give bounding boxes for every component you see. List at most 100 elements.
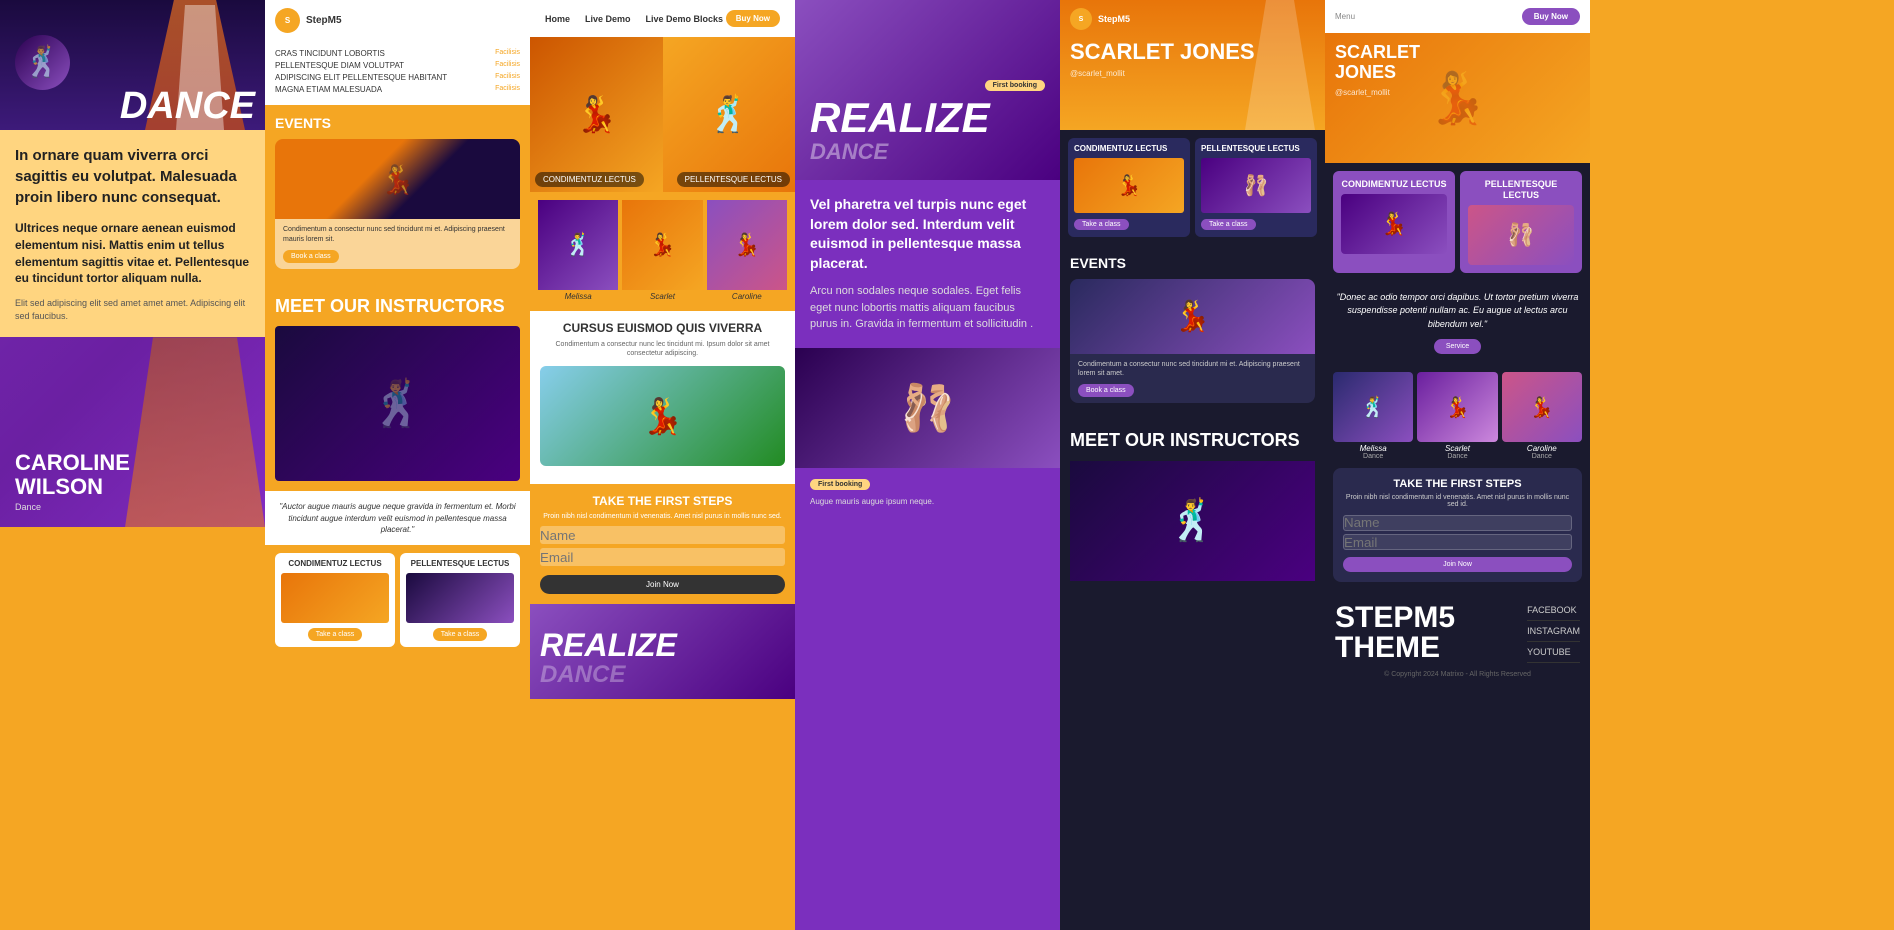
col6-badge-1: CONDIMENTUZ LECTUS 💃: [1333, 171, 1455, 273]
steps-title: TAKE THE FIRST STEPS: [540, 494, 785, 508]
melissa-img: 🕺: [538, 200, 618, 290]
col5-take-class-2[interactable]: Take a class: [1201, 219, 1256, 230]
badge-title-1: CONDIMENTUZ LECTUS: [281, 559, 389, 569]
col6-top-nav: Menu Buy Now: [1325, 0, 1590, 33]
col1-hero-image: 🕺 DANCE: [0, 0, 265, 130]
instructor-name-overlay: CAROLINE WILSON Dance: [15, 451, 130, 512]
col6-bottom: STEPM5 THEME FACEBOOK INSTAGRAM YOUTUBE …: [1325, 582, 1590, 688]
badge-img-1: [281, 573, 389, 623]
dance-text: DANCE: [540, 661, 677, 689]
col4-secondary-text: Arcu non sodales neque sodales. Eget fel…: [810, 283, 1045, 333]
col6-buy-btn[interactable]: Buy Now: [1522, 8, 1580, 25]
steps-submit-btn[interactable]: Join Now: [540, 575, 785, 594]
col2-quote: "Auctor augue mauris augue neque gravida…: [265, 491, 530, 545]
col5-badge-img-2: 🩰: [1201, 158, 1311, 213]
col6-instructor-scarlet: 💃 Scarlet Dance: [1417, 372, 1497, 460]
col5-logo-circle: S: [1070, 8, 1092, 30]
events-title: EVENTS: [275, 115, 520, 131]
column-6: Menu Buy Now 💃 SCARLETJONES @scarlet_mol…: [1325, 0, 1590, 930]
col6-instructors-row: 🕺 Melissa Dance 💃 Scarlet Dance 💃 Caroli…: [1325, 364, 1590, 468]
col5-take-class-1[interactable]: Take a class: [1074, 219, 1129, 230]
form-item-2: PELLENTESQUE DIAM VOLUTPAT: [275, 61, 495, 70]
column-4: First booking REALIZE DANCE Vel pharetra…: [795, 0, 1060, 930]
col6-scarlet-handle: @scarlet_mollit: [1335, 88, 1420, 97]
col3-hero: 💃 🕺 CONDIMENTUZ LECTUS PELLENTESQUE LECT…: [530, 37, 795, 192]
form-subtitle: Condimentum a consectur nunc lec tincidu…: [540, 340, 785, 358]
col4-badge-section: First booking: [795, 468, 1060, 496]
steps-input-1[interactable]: [540, 526, 785, 544]
col5-events: EVENTS 💃 Condimentum a consectur nunc se…: [1060, 245, 1325, 422]
col6-social-links: FACEBOOK INSTAGRAM YOUTUBE: [1527, 600, 1580, 663]
col4-text-section: Vel pharetra vel turpis nunc eget lorem …: [795, 180, 1060, 348]
col5-events-title: EVENTS: [1070, 255, 1315, 271]
col6-stepm5-line1: STEPM5: [1335, 603, 1455, 633]
col6-badge-title-1: CONDIMENTUZ LECTUS: [1341, 179, 1447, 190]
dance-image-icon: 🕺: [275, 326, 520, 481]
badge-btn-2[interactable]: Take a class: [433, 628, 488, 641]
col5-logo-text: StepM5: [1098, 14, 1130, 24]
badge-img-2: [406, 573, 514, 623]
col6-scarlet-label: Scarlet: [1417, 444, 1497, 453]
col6-scarlet-name: SCARLETJONES: [1335, 43, 1420, 83]
events-btn-1[interactable]: Book a class: [283, 250, 339, 263]
col6-instructor-hero: 💃 SCARLETJONES @scarlet_mollit: [1325, 33, 1590, 163]
instructor-card-caroline: 💃 Caroline: [707, 200, 787, 303]
badge-card-1: CONDIMENTUZ LECTUS Take a class: [275, 553, 395, 647]
badge-btn-1[interactable]: Take a class: [308, 628, 363, 641]
scarlet-label: Scarlet: [622, 290, 702, 303]
col3-form-section: CURSUS EUISMOD QUIS VIVERRA Condimentum …: [530, 311, 795, 484]
realize-content: REALIZE DANCE: [540, 629, 677, 689]
col5-event-img: 💃: [1070, 279, 1315, 354]
col4-realize: First booking REALIZE DANCE: [795, 0, 1060, 180]
col6-stepm5-line2: THEME: [1335, 633, 1455, 663]
col6-service-btn[interactable]: Service: [1434, 339, 1481, 354]
col5-badge-title-1: CONDIMENTUZ LECTUS: [1074, 144, 1184, 154]
form-badge-4: Facilisis: [495, 85, 520, 94]
nav-home[interactable]: Home: [545, 14, 570, 24]
badge-title-2: PELLENTESQUE LECTUS: [406, 559, 514, 569]
steps-text: Proin nibh nisl condimentum id venenatis…: [540, 513, 785, 520]
col6-badges-row: CONDIMENTUZ LECTUS 💃 PELLENTESQUE LECTUS…: [1325, 163, 1590, 281]
col3-steps: TAKE THE FIRST STEPS Proin nibh nisl con…: [530, 484, 795, 604]
events-card-1: 💃 Condimentum a consectur nunc sed tinci…: [275, 139, 520, 269]
col5-badge-img-1: 💃: [1074, 158, 1184, 213]
col2-events: EVENTS 💃 Condimentum a consectur nunc se…: [265, 105, 530, 287]
hero-dancer-right: 🕺: [663, 37, 796, 192]
col6-testimonial: "Donec ac odio tempor orci dapibus. Ut t…: [1325, 281, 1590, 365]
instructor-name-line1: CAROLINE: [15, 451, 130, 475]
nav-demo[interactable]: Live Demo: [585, 14, 631, 24]
nav-buy-btn[interactable]: Buy Now: [726, 10, 780, 27]
col6-facebook[interactable]: FACEBOOK: [1527, 600, 1580, 621]
col1-instructor-section: CAROLINE WILSON Dance: [0, 337, 265, 527]
col6-name-input[interactable]: [1343, 515, 1572, 531]
column-5: S StepM5 SCARLET JONES @scarlet_mollit C…: [1060, 0, 1325, 930]
nav-blocks[interactable]: Live Demo Blocks: [646, 14, 724, 24]
col6-melissa-role: Dance: [1333, 453, 1413, 460]
col6-submit-btn[interactable]: Join Now: [1343, 557, 1572, 572]
column-2: S StepM5 CRAS TINCIDUNT LOBORTIS Facilis…: [265, 0, 530, 930]
col4-instructor-badge: First booking: [810, 479, 870, 490]
melissa-label: Melissa: [538, 290, 618, 303]
col6-melissa-label: Melissa: [1333, 444, 1413, 453]
dancer-figure: 🕺: [15, 35, 70, 90]
col4-first-booking-badge: First booking: [985, 80, 1045, 91]
form-row-4: MAGNA ETIAM MALESUADA Facilisis: [275, 85, 520, 94]
col5-badge-title-2: PELLENTESQUE LECTUS: [1201, 144, 1311, 154]
hero-dancer-left: 💃: [530, 37, 663, 192]
col5-event-btn[interactable]: Book a class: [1078, 384, 1134, 397]
col5-dance-img: 🕺: [1070, 461, 1315, 581]
col6-youtube[interactable]: YOUTUBE: [1527, 642, 1580, 663]
events-dancer: 💃: [275, 139, 520, 219]
form-row-1: CRAS TINCIDUNT LOBORTIS Facilisis: [275, 49, 520, 58]
col6-email-input[interactable]: [1343, 534, 1572, 550]
col6-instagram[interactable]: INSTAGRAM: [1527, 621, 1580, 642]
steps-input-2[interactable]: [540, 548, 785, 566]
form-badge-2: Facilisis: [495, 61, 520, 70]
col5-event-card: 💃 Condimentum a consectur nunc sed tinci…: [1070, 279, 1315, 404]
col2-instructors-title: MEET OUR INSTRUCTORS: [275, 297, 520, 317]
badge-pellentesque: PELLENTESQUE LECTUS: [677, 172, 790, 187]
col2-dance-image: 🕺: [275, 326, 520, 481]
badge-card-2: PELLENTESQUE LECTUS Take a class: [400, 553, 520, 647]
scarlet-img: 💃: [622, 200, 702, 290]
col6-nav-placeholder: Menu: [1335, 12, 1355, 21]
